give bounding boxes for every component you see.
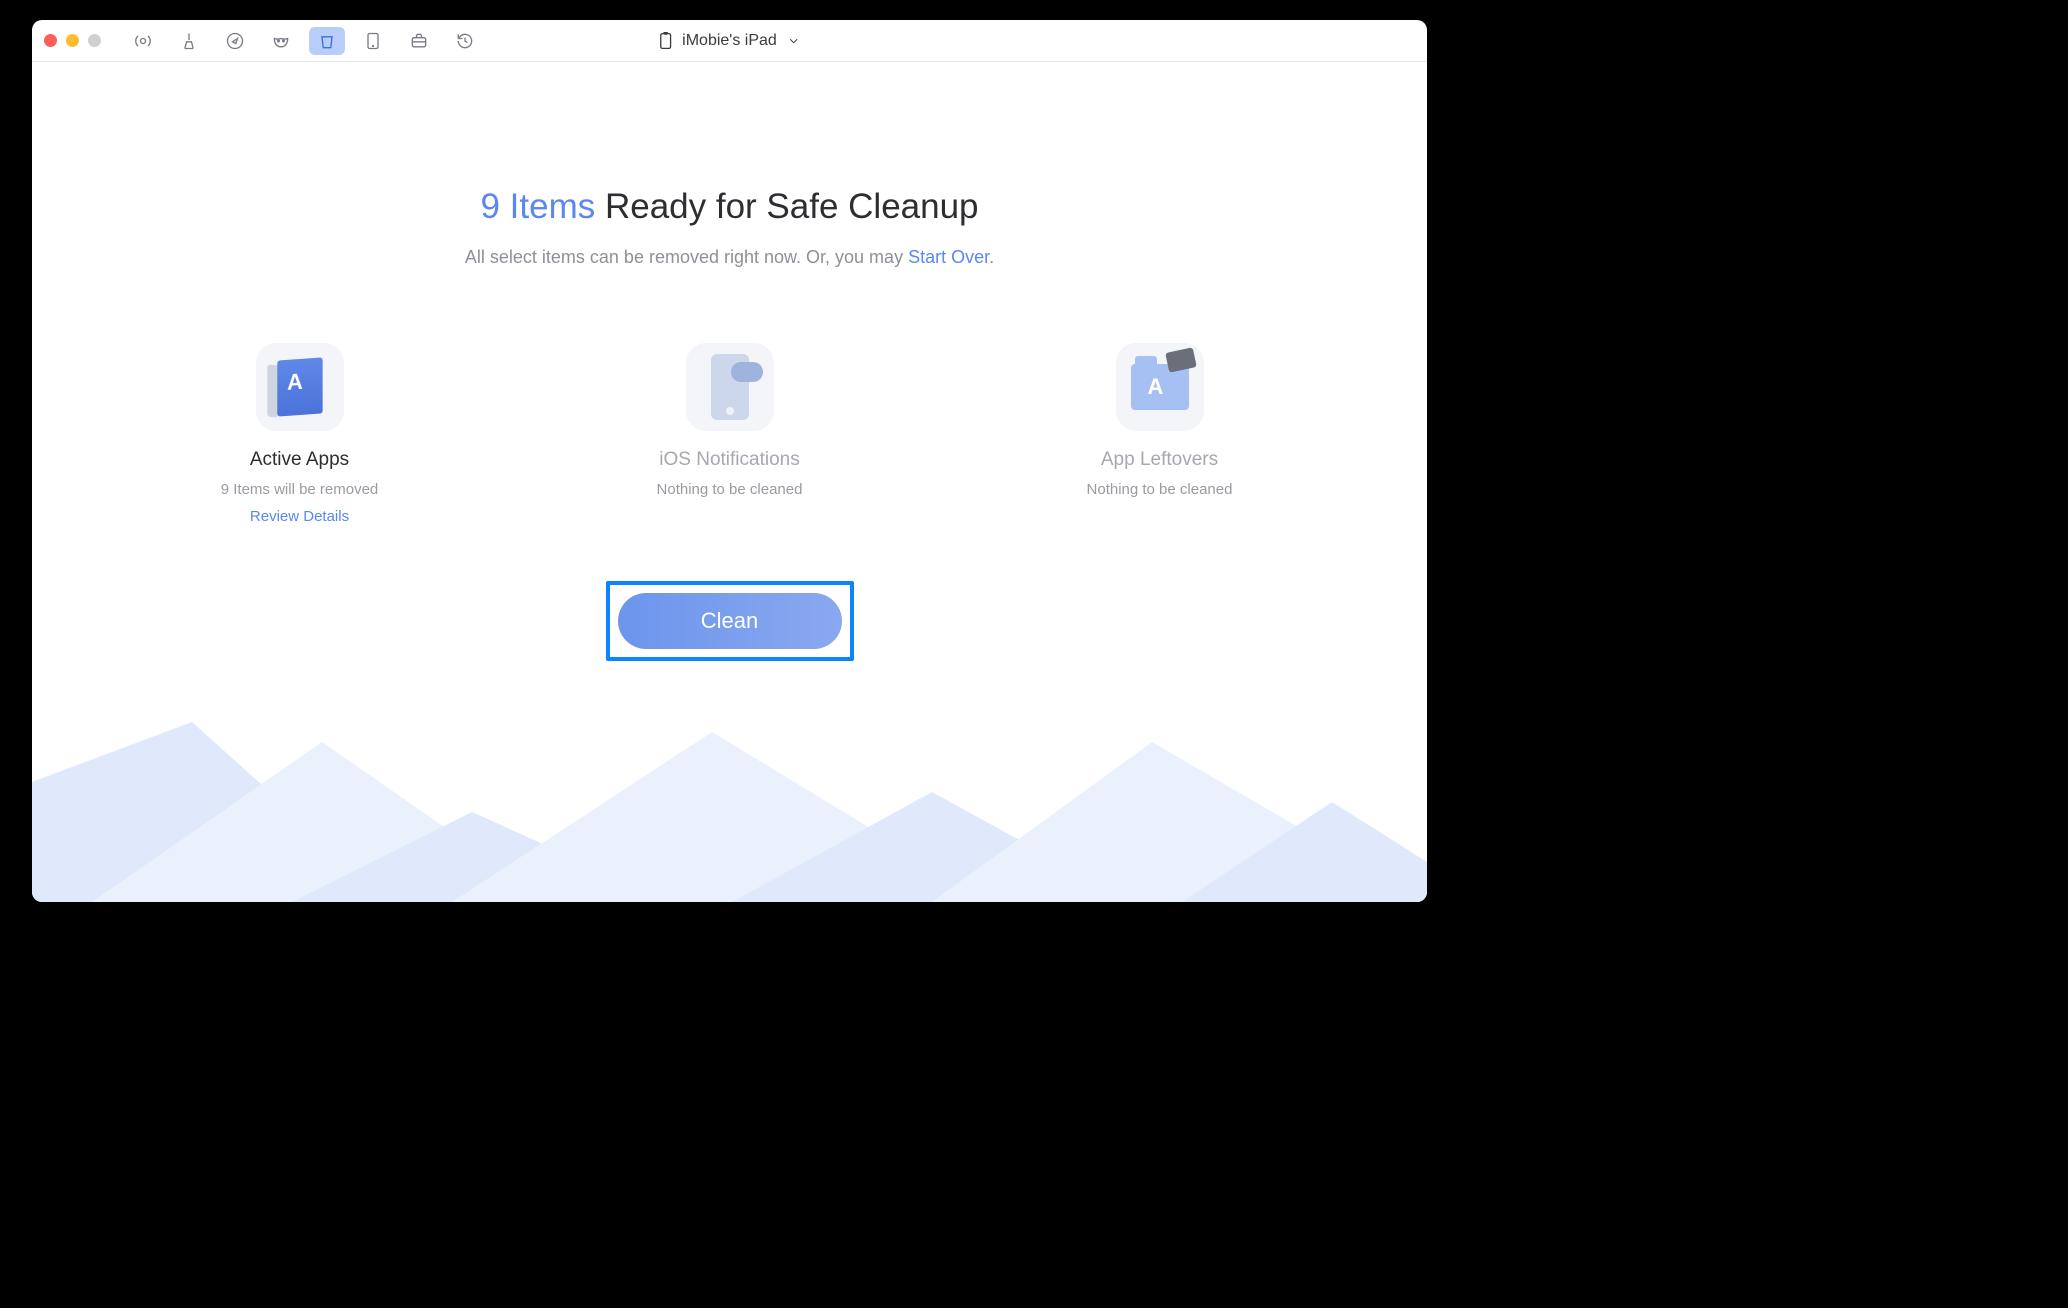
card-subtitle: Nothing to be cleaned — [1050, 481, 1270, 498]
card-title: iOS Notifications — [620, 449, 840, 471]
card-title: Active Apps — [190, 449, 410, 471]
compass-icon — [225, 31, 245, 51]
subtitle-suffix: . — [989, 247, 994, 267]
card-active-apps: A Active Apps 9 Items will be removed Re… — [190, 343, 410, 526]
device-name: iMobie's iPad — [682, 32, 777, 50]
device-selector[interactable]: iMobie's iPad — [658, 32, 801, 50]
card-subtitle: 9 Items will be removed — [190, 481, 410, 498]
category-cards: A Active Apps 9 Items will be removed Re… — [32, 343, 1427, 526]
content-area: 9 Items Ready for Safe Cleanup All selec… — [32, 62, 1427, 902]
toolbar-broom-button[interactable] — [171, 27, 207, 55]
toolbar-cleanup-button[interactable] — [309, 27, 345, 55]
toolbar-privacy-button[interactable] — [263, 27, 299, 55]
toolbar — [125, 27, 483, 55]
clean-button-highlight: Clean — [606, 581, 854, 661]
minimize-window-button[interactable] — [66, 34, 79, 47]
ipad-icon — [363, 31, 383, 51]
page-subtitle: All select items can be removed right no… — [32, 247, 1427, 268]
clean-button[interactable]: Clean — [618, 593, 842, 649]
subtitle-prefix: All select items can be removed right no… — [465, 247, 908, 267]
card-title: App Leftovers — [1050, 449, 1270, 471]
trash-icon — [317, 31, 337, 51]
card-app-leftovers: A App Leftovers Nothing to be cleaned — [1050, 343, 1270, 526]
start-over-link[interactable]: Start Over — [908, 247, 989, 267]
app-leftovers-icon: A — [1116, 343, 1204, 431]
item-count: 9 Items — [480, 187, 595, 226]
toolbar-compass-button[interactable] — [217, 27, 253, 55]
headline-rest: Ready for Safe Cleanup — [595, 187, 978, 226]
toolbar-history-button[interactable] — [447, 27, 483, 55]
active-apps-icon: A — [256, 343, 344, 431]
device-icon — [658, 32, 672, 50]
toolbar-airplay-button[interactable] — [125, 27, 161, 55]
briefcase-icon — [409, 31, 429, 51]
broom-icon — [179, 31, 199, 51]
history-icon — [455, 31, 475, 51]
fullscreen-window-button[interactable] — [88, 34, 101, 47]
chevron-down-icon — [787, 34, 801, 48]
titlebar: iMobie's iPad — [32, 20, 1427, 62]
window-controls — [44, 34, 101, 47]
toolbar-device-button[interactable] — [355, 27, 391, 55]
app-window: iMobie's iPad 9 Items Ready for Safe Cle… — [32, 20, 1427, 902]
card-ios-notifications: iOS Notifications Nothing to be cleaned — [620, 343, 840, 526]
close-window-button[interactable] — [44, 34, 57, 47]
card-subtitle: Nothing to be cleaned — [620, 481, 840, 498]
airplay-icon — [133, 31, 153, 51]
page-title: 9 Items Ready for Safe Cleanup — [32, 187, 1427, 227]
decorative-mountains — [32, 722, 1427, 902]
review-details-link[interactable]: Review Details — [250, 508, 349, 525]
toolbar-toolbox-button[interactable] — [401, 27, 437, 55]
mask-icon — [271, 31, 291, 51]
ios-notifications-icon — [686, 343, 774, 431]
